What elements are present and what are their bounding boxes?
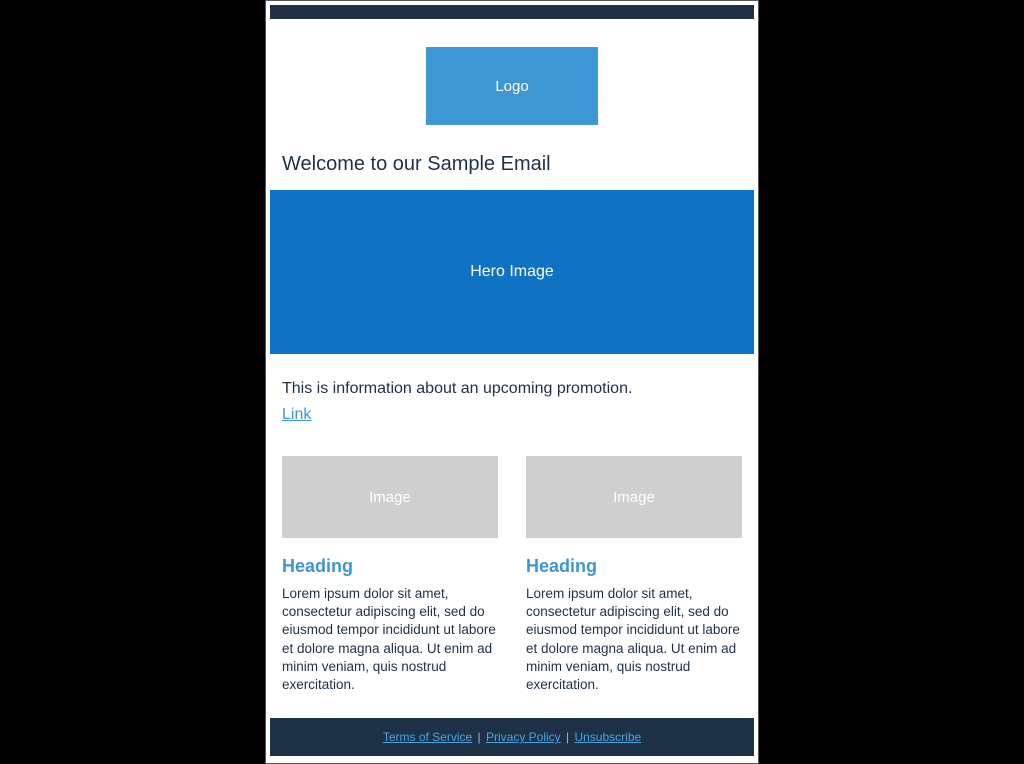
promo-link[interactable]: Link xyxy=(282,406,311,423)
email-footer: Terms of Service | Privacy Policy | Unsu… xyxy=(270,718,754,756)
column-body-text: Lorem ipsum dolor sit amet, consectetur … xyxy=(526,585,742,694)
column-heading: Heading xyxy=(282,556,498,577)
promo-text: This is information about an upcoming pr… xyxy=(266,354,758,402)
footer-separator: | xyxy=(472,730,486,744)
logo-placeholder: Logo xyxy=(426,47,598,125)
column-image-placeholder: Image xyxy=(526,456,742,538)
email-template: Logo Welcome to our Sample Email Hero Im… xyxy=(265,0,759,764)
top-accent-bar xyxy=(270,5,754,19)
footer-separator: | xyxy=(561,730,575,744)
column-body-text: Lorem ipsum dolor sit amet, consectetur … xyxy=(282,585,498,694)
promo-link-row: Link xyxy=(266,402,758,432)
footer-terms-link[interactable]: Terms of Service xyxy=(383,730,472,744)
column-right: Image Heading Lorem ipsum dolor sit amet… xyxy=(526,456,742,694)
footer-privacy-link[interactable]: Privacy Policy xyxy=(486,730,561,744)
column-left: Image Heading Lorem ipsum dolor sit amet… xyxy=(282,456,498,694)
email-header: Logo xyxy=(266,19,758,153)
column-image-placeholder: Image xyxy=(282,456,498,538)
hero-image-placeholder: Hero Image xyxy=(270,190,754,354)
footer-unsubscribe-link[interactable]: Unsubscribe xyxy=(574,730,641,744)
column-heading: Heading xyxy=(526,556,742,577)
two-column-row: Image Heading Lorem ipsum dolor sit amet… xyxy=(266,432,758,702)
welcome-heading: Welcome to our Sample Email xyxy=(266,153,758,190)
